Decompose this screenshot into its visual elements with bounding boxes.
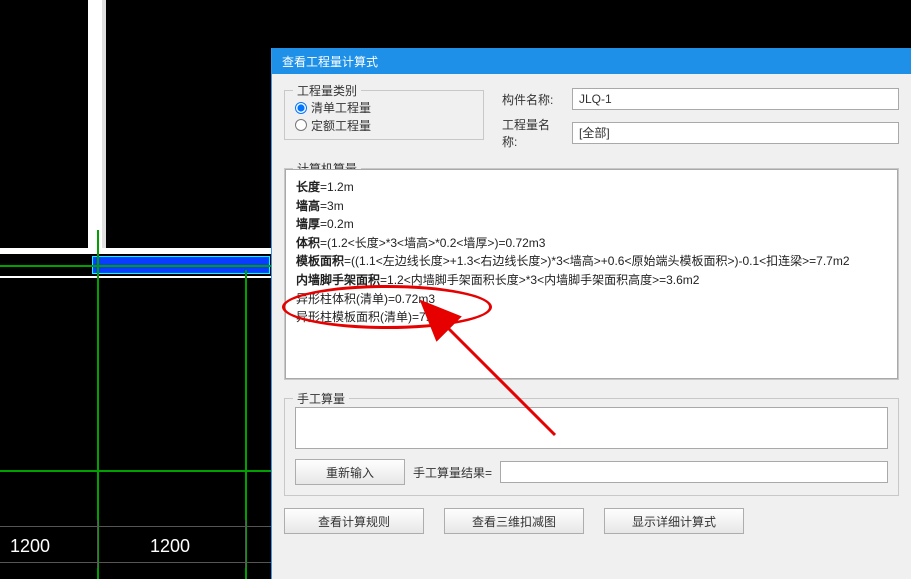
radio-quota-qty[interactable]: 定额工程量 xyxy=(295,117,371,134)
cad-tick xyxy=(97,520,98,568)
dim-label: 1200 xyxy=(150,536,190,557)
calc-line: 内墙脚手架面积 xyxy=(296,273,380,287)
calc-line-highlight: 异形柱模板面积(清单)=7.7m2 xyxy=(296,308,887,327)
calc-line: =(1.2<长度>*3<墙高>*0.2<墙厚>)=0.72m3 xyxy=(320,236,545,250)
category-group: 工程量类别 清单工程量 定额工程量 xyxy=(284,90,484,140)
calc-line: 墙厚 xyxy=(296,217,320,231)
component-name-label: 构件名称: xyxy=(502,91,564,108)
manual-calc-group: 手工算量 重新输入 手工算量结果= xyxy=(284,398,899,496)
calc-line: =((1.1<左边线长度>+1.3<右边线长度>)*3<墙高>+0.6<原始端头… xyxy=(344,254,850,268)
cad-gridline xyxy=(0,470,272,472)
dialog-title: 查看工程量计算式 xyxy=(282,53,378,70)
app-stage: 1200 1200 1200 1200 1200 1200 查看工程量计算式 工… xyxy=(0,0,911,579)
reinput-button[interactable]: 重新输入 xyxy=(295,459,405,485)
calc-line: 墙高 xyxy=(296,199,320,213)
calc-line: 模板面积 xyxy=(296,254,344,268)
manual-calc-legend: 手工算量 xyxy=(293,390,349,407)
component-name-field[interactable]: JLQ-1 xyxy=(572,88,899,110)
cad-shape xyxy=(102,0,106,248)
manual-result-field[interactable] xyxy=(500,461,888,483)
radio-list-label: 清单工程量 xyxy=(311,99,371,116)
manual-input[interactable] xyxy=(295,407,888,449)
cad-shape xyxy=(88,0,102,248)
calc-dialog: 查看工程量计算式 工程量类别 清单工程量 定额工程量 构 xyxy=(271,48,911,579)
cad-gridline xyxy=(0,265,272,267)
dim-label: 1200 xyxy=(10,536,50,557)
calc-line: =1.2m xyxy=(320,180,354,194)
dialog-body: 工程量类别 清单工程量 定额工程量 构件名称: JLQ-1 xyxy=(272,74,911,579)
category-legend: 工程量类别 xyxy=(293,82,361,99)
cad-tick xyxy=(245,520,246,568)
calc-line: =1.2<内墙脚手架面积长度>*3<内墙脚手架面积高度>=3.6m2 xyxy=(380,273,699,287)
dialog-titlebar[interactable]: 查看工程量计算式 xyxy=(272,48,911,74)
calc-line: =0.2m xyxy=(320,217,354,231)
radio-list-qty[interactable]: 清单工程量 xyxy=(295,99,371,116)
view-rules-button[interactable]: 查看计算规则 xyxy=(284,508,424,534)
calc-line: 体积 xyxy=(296,236,320,250)
calc-output[interactable]: 长度=1.2m 墙高=3m 墙厚=0.2m 体积=(1.2<长度>*3<墙高>*… xyxy=(285,169,898,379)
manual-result-label: 手工算量结果= xyxy=(413,464,492,481)
show-detail-button[interactable]: 显示详细计算式 xyxy=(604,508,744,534)
computer-calc-group: 计算机算量 长度=1.2m 墙高=3m 墙厚=0.2m 体积=(1.2<长度>*… xyxy=(284,168,899,380)
cad-shape xyxy=(0,248,272,254)
calc-line-highlight: 异形柱体积(清单)=0.72m3 xyxy=(296,290,887,309)
cad-line xyxy=(0,276,272,278)
bottom-button-row: 查看计算规则 查看三维扣减图 显示详细计算式 xyxy=(284,508,899,534)
calc-line: 长度 xyxy=(296,180,320,194)
view-3d-button[interactable]: 查看三维扣减图 xyxy=(444,508,584,534)
radio-quota-label: 定额工程量 xyxy=(311,117,371,134)
calc-line: =3m xyxy=(320,199,344,213)
qty-name-label: 工程量名称: xyxy=(502,116,564,150)
qty-name-field[interactable]: [全部] xyxy=(572,122,899,144)
radio-list-input[interactable] xyxy=(295,102,307,114)
radio-quota-input[interactable] xyxy=(295,119,307,131)
